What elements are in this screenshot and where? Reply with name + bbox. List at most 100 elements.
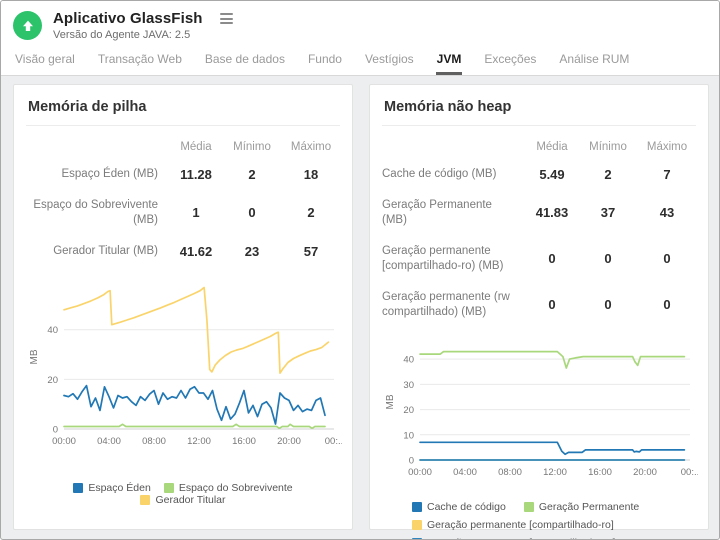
arrow-up-icon [20, 18, 36, 34]
tab-an-lise-rum[interactable]: Análise RUM [558, 48, 630, 75]
table-corner [26, 140, 166, 153]
svg-text:00:..: 00:.. [325, 436, 342, 447]
svg-text:40: 40 [47, 325, 58, 336]
cell-value: 41.62 [170, 244, 222, 259]
legend-swatch [412, 520, 422, 530]
legend-swatch [140, 495, 150, 505]
tab-vest-gios[interactable]: Vestígios [364, 48, 415, 75]
legend-item[interactable]: Geração permanente [compartilhado-rw] [412, 537, 616, 540]
nonheap-memory-chart-wrap: 01020304000:0004:0008:0012:0016:0020:000… [382, 338, 696, 489]
legend-swatch [73, 483, 83, 493]
svg-text:04:00: 04:00 [453, 467, 477, 478]
cell-value: 0 [526, 251, 578, 266]
svg-text:00:..: 00:.. [681, 467, 698, 478]
app-titles: Aplicativo GlassFish Versão do Agente JA… [53, 10, 235, 41]
dashboard-content: Memória de pilha MédiaMínimoMáximoEspaço… [1, 76, 719, 538]
tab-bar: Visão geral Transação Web Base de dados Fun… [13, 48, 707, 75]
app-brand: Aplicativo GlassFish Versão do Agente JA… [13, 10, 707, 41]
heap-memory-table: MédiaMínimoMáximo Espaço Éden (MB) 11.28 2 1… [26, 134, 340, 267]
nonheap-memory-table: MédiaMínimoMáximoCache de código (MB)5.4… [382, 134, 696, 328]
svg-text:16:00: 16:00 [232, 436, 256, 447]
app-status-icon [13, 11, 42, 40]
svg-text:MB: MB [385, 394, 396, 409]
cell-value: 0 [226, 205, 278, 220]
row-label: Geração permanente (rw compartilhado) (M… [382, 282, 522, 328]
cell-value: 0 [582, 251, 634, 266]
agent-version-label: Versão do Agente JAVA: 2.5 [53, 29, 235, 41]
row-label: Geração permanente [compartilhado-ro) (M… [382, 236, 522, 282]
nonheap-memory-chart: 01020304000:0004:0008:0012:0016:0020:000… [382, 338, 698, 484]
app-header: Aplicativo GlassFish Versão do Agente JA… [1, 1, 719, 76]
legend-label: Espaço Éden [88, 482, 150, 494]
svg-text:00:00: 00:00 [408, 467, 432, 478]
table-corner [382, 140, 522, 153]
cell-value: 0 [638, 297, 696, 312]
column-header: Mínimo [226, 134, 278, 159]
legend-item[interactable]: Espaço Éden [73, 482, 150, 494]
cell-value: 1 [170, 205, 222, 220]
legend-item[interactable]: Cache de código [412, 501, 506, 513]
legend-label: Espaço do Sobrevivente [179, 482, 293, 494]
menu-icon[interactable] [218, 11, 235, 26]
tab-transa-o-web[interactable]: Transação Web [97, 48, 183, 75]
heap-memory-chart-wrap: 0204000:0004:0008:0012:0016:0020:0000:..… [26, 277, 340, 458]
legend-item[interactable]: Geração permanente [compartilhado-ro] [412, 519, 614, 531]
cell-value: 23 [226, 244, 278, 259]
column-header: Máximo [638, 134, 696, 159]
svg-text:MB: MB [29, 349, 40, 364]
panel-title: Memória de pilha [26, 97, 340, 126]
page-title: Aplicativo GlassFish [53, 10, 203, 27]
tab-jvm[interactable]: JVM [436, 48, 463, 75]
nonheap-chart-legend: Cache de código Geração Permanente Geração… [412, 501, 696, 540]
column-header: Média [526, 134, 578, 159]
row-label: Espaço Éden (MB) [26, 159, 166, 190]
tab-exce-es[interactable]: Exceções [483, 48, 537, 75]
column-header: Máximo [282, 134, 340, 159]
cell-value: 5.49 [526, 167, 578, 182]
svg-text:40: 40 [403, 354, 414, 365]
cell-value: 2 [582, 167, 634, 182]
legend-label: Cache de código [427, 501, 506, 513]
cell-value: 11.28 [170, 167, 222, 182]
tab-vis-o-geral[interactable]: Visão geral [14, 48, 76, 75]
svg-text:20:00: 20:00 [277, 436, 301, 447]
cell-value: 0 [638, 251, 696, 266]
legend-label: Geração permanente [compartilhado-rw] [427, 537, 616, 540]
heap-memory-chart: 0204000:0004:0008:0012:0016:0020:0000:..… [26, 277, 342, 453]
cell-value: 41.83 [526, 205, 578, 220]
svg-text:00:00: 00:00 [52, 436, 76, 447]
cell-value: 57 [282, 244, 340, 259]
cell-value: 37 [582, 205, 634, 220]
column-header: Média [170, 134, 222, 159]
cell-value: 43 [638, 205, 696, 220]
cell-value: 0 [582, 297, 634, 312]
legend-swatch [164, 483, 174, 493]
svg-text:04:00: 04:00 [97, 436, 121, 447]
tab-fundo[interactable]: Fundo [307, 48, 343, 75]
svg-text:16:00: 16:00 [588, 467, 612, 478]
svg-text:20: 20 [403, 405, 414, 416]
heap-chart-legend: Espaço Éden Espaço do SobreviventeGerador… [26, 482, 340, 506]
row-label: Geração Permanente (MB) [382, 190, 522, 236]
tab-base-de-dados[interactable]: Base de dados [204, 48, 286, 75]
legend-item[interactable]: Geração Permanente [524, 501, 639, 513]
legend-label: Geração permanente [compartilhado-ro] [427, 519, 614, 531]
heap-memory-panel: Memória de pilha MédiaMínimoMáximo Espaço… [13, 84, 353, 530]
row-label: Gerador Titular (MB) [26, 236, 166, 267]
cell-value: 2 [226, 167, 278, 182]
panel-title: Memória não heap [382, 97, 696, 126]
legend-label: Gerador Titular [155, 494, 225, 506]
nonheap-memory-panel: Memória não heap MédiaMínimoMáximoCache … [369, 84, 709, 530]
legend-item[interactable]: Gerador Titular [140, 494, 225, 506]
svg-text:08:00: 08:00 [498, 467, 522, 478]
legend-label: Geração Permanente [539, 501, 639, 513]
svg-text:0: 0 [53, 424, 58, 435]
svg-text:10: 10 [403, 430, 414, 441]
column-header: Mínimo [582, 134, 634, 159]
legend-item[interactable]: Espaço do Sobrevivente [164, 482, 293, 494]
svg-text:20:00: 20:00 [633, 467, 657, 478]
legend-swatch [524, 502, 534, 512]
svg-text:0: 0 [409, 455, 414, 466]
legend-swatch [412, 502, 422, 512]
row-label: Espaço do Sobrevivente (MB) [26, 190, 166, 236]
